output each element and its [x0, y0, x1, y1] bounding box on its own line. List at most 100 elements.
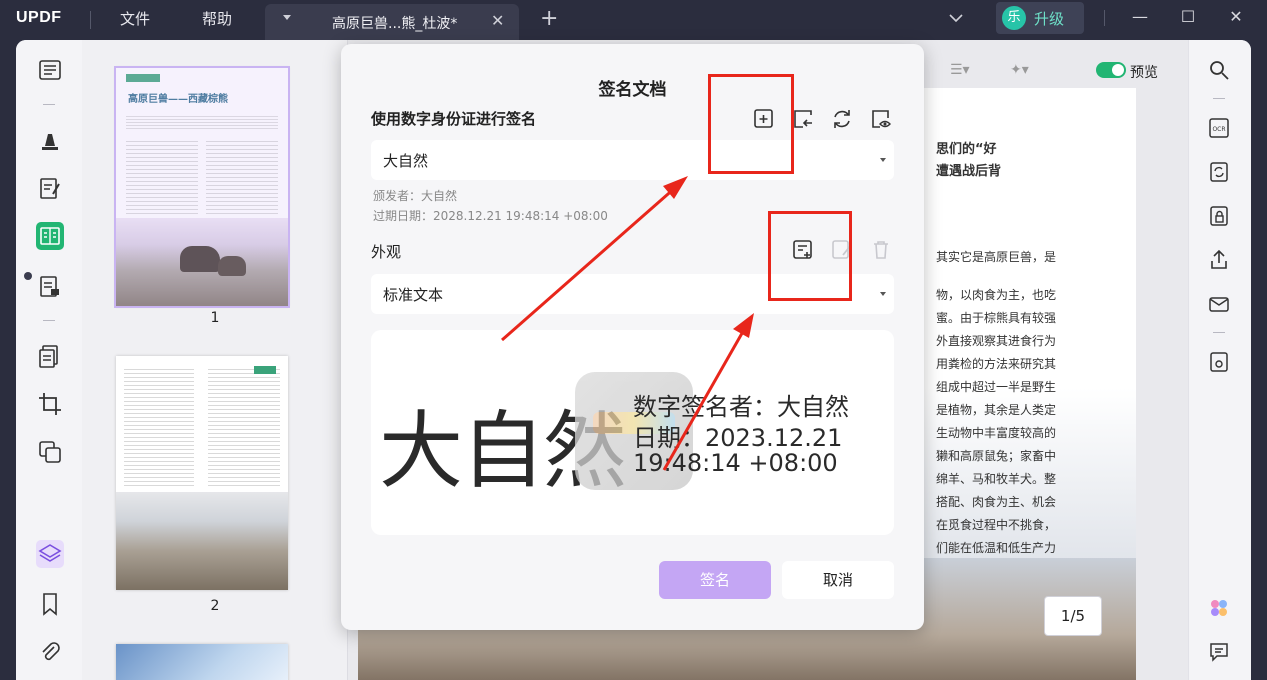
minimize-button[interactable]: — — [1126, 4, 1154, 30]
svg-text:OCR: OCR — [1212, 126, 1225, 133]
convert-icon[interactable] — [1207, 160, 1231, 184]
right-toolbar: OCR — [1188, 40, 1251, 680]
panel-resize-handle[interactable] — [24, 272, 32, 280]
thumbnail-photo — [116, 644, 288, 680]
preview-toggle[interactable] — [1096, 62, 1126, 78]
upgrade-label: 升级 — [1034, 10, 1065, 28]
signature-time-line: 19:48:14 +08:00 — [633, 449, 838, 477]
page-thumbnail-3[interactable] — [116, 644, 288, 680]
selection-overlay — [116, 68, 288, 306]
appearance-section-title: 外观 — [371, 243, 402, 261]
sign-button[interactable]: 签名 — [659, 561, 771, 599]
delete-icon[interactable] — [868, 237, 894, 263]
bookmark-icon[interactable] — [36, 590, 64, 618]
dialog-title: 签名文档 — [598, 80, 667, 100]
share-icon[interactable] — [1207, 248, 1231, 272]
divider — [1213, 332, 1225, 333]
close-window-button[interactable]: ✕ — [1222, 4, 1250, 30]
page-text-line: 生动物中丰富度较高的 — [936, 426, 1057, 440]
title-bar: UPDF 文件 帮助 高原巨兽...熊_杜波* ✕ + 乐 升级 — ☐ ✕ — [0, 0, 1267, 40]
page-text-line: 獭和高原鼠兔；家畜中 — [936, 449, 1057, 463]
digital-id-section-title: 使用数字身份证进行签名 — [371, 110, 537, 128]
page-text-line: 思们的“好 — [936, 142, 997, 157]
text-lines — [124, 366, 194, 486]
divider — [1213, 98, 1225, 99]
page-text-line: 在觅食过程中不挑食， — [936, 518, 1057, 532]
annotation-box-appearance-icon — [768, 211, 852, 301]
digital-id-value: 大自然 — [383, 152, 429, 170]
comment-icon[interactable] — [1207, 640, 1231, 664]
page-number-1: 1 — [210, 310, 220, 326]
page-text-line: 其实它是高原巨兽，是 — [936, 250, 1057, 264]
divider — [43, 320, 55, 321]
protect-icon[interactable] — [1207, 204, 1231, 228]
divider — [43, 104, 55, 105]
page-text-line: 蜜。由于棕熊具有较强 — [936, 311, 1057, 325]
maximize-button[interactable]: ☐ — [1174, 4, 1202, 30]
search-icon[interactable] — [1207, 58, 1231, 82]
menu-help[interactable]: 帮助 — [202, 8, 232, 29]
page-number-2: 2 — [210, 598, 220, 614]
preview-label: 预览 — [1130, 65, 1158, 81]
refresh-icon[interactable] — [829, 106, 855, 132]
new-tab-button[interactable]: + — [540, 6, 558, 31]
page-text-line: 用粪检的方法来研究其 — [936, 357, 1057, 371]
organize-pages-icon[interactable] — [36, 222, 64, 250]
signature-signer-line: 数字签名者：大自然 — [633, 393, 849, 421]
expiry-text: 过期日期：2028.12.21 19:48:14 +08:00 — [373, 209, 608, 223]
divider — [90, 11, 91, 29]
edit-pdf-icon[interactable] — [36, 174, 64, 202]
compare-icon[interactable] — [36, 438, 64, 466]
upgrade-button[interactable]: 乐 升级 — [996, 2, 1084, 34]
page-text-line: 遭遇战后背 — [936, 164, 1002, 179]
page-thumbnail-1[interactable]: 高原巨兽——西藏棕熊 — [114, 66, 290, 308]
ocr-icon[interactable]: OCR — [1207, 116, 1231, 140]
page-counter[interactable]: 1/5 — [1044, 596, 1102, 636]
magazine-logo — [254, 366, 276, 374]
ai-assistant-icon[interactable] — [1207, 596, 1231, 620]
chevron-down-icon — [880, 158, 886, 162]
page-text-line: 外直接观察其进食行为 — [936, 334, 1057, 348]
menu-file[interactable]: 文件 — [120, 8, 150, 29]
form-icon[interactable] — [36, 272, 64, 300]
app-logo: UPDF — [16, 9, 62, 26]
page-text-line: 组成中超过一半是野生 — [936, 380, 1057, 394]
page-text-line: 绵羊、马和牧羊犬。整 — [936, 472, 1057, 486]
page-tools-icon[interactable] — [36, 342, 64, 370]
list-icon[interactable]: ☰▾ — [950, 62, 970, 78]
reader-mode-icon[interactable] — [36, 56, 64, 84]
signature-preview: 大自然 数字签名者：大自然 日期：2023.12.21 19:48:14 +08… — [371, 330, 894, 535]
appearance-value: 标准文本 — [383, 286, 444, 304]
page-text-line: 们能在低温和低生产力 — [936, 541, 1057, 555]
avatar: 乐 — [1002, 6, 1026, 30]
text-lines — [208, 366, 280, 486]
highlight-icon[interactable] — [36, 126, 64, 154]
email-icon[interactable] — [1207, 292, 1231, 316]
tools-icon[interactable]: ✦▾ — [1010, 62, 1029, 78]
thumbnail-panel: 高原巨兽——西藏棕熊 1 2 — [82, 40, 348, 680]
signature-date-line: 日期：2023.12.21 — [633, 424, 843, 452]
sign-document-dialog: 签名文档 使用数字身份证进行签名 大自然 颁发者：大自然 过期日期：2028.1… — [341, 44, 924, 630]
document-tab[interactable]: 高原巨兽...熊_杜波* ✕ — [265, 4, 519, 40]
page-text-line: 搭配、肉食为主、机会 — [936, 495, 1057, 509]
layers-icon[interactable] — [36, 540, 64, 568]
tab-dropdown-icon[interactable] — [283, 15, 291, 20]
cancel-button[interactable]: 取消 — [782, 561, 894, 599]
page-text-line: 是植物，其余是人类定 — [936, 403, 1057, 417]
annotation-box-id-icon — [708, 74, 794, 174]
page-text-line: 物，以肉食为主，也吃 — [936, 288, 1057, 302]
left-toolbar — [16, 40, 82, 680]
digital-id-select[interactable]: 大自然 — [371, 140, 894, 180]
divider — [1104, 10, 1105, 26]
thumbnail-photo — [116, 492, 288, 590]
save-icon[interactable] — [1207, 350, 1231, 374]
tab-title: 高原巨兽...熊_杜波* — [332, 16, 458, 32]
view-certificate-icon[interactable] — [868, 106, 894, 132]
crop-icon[interactable] — [36, 390, 64, 418]
attachment-icon[interactable] — [36, 638, 64, 666]
issuer-text: 颁发者：大自然 — [373, 189, 458, 203]
chevron-down-icon[interactable] — [948, 10, 964, 26]
chevron-down-icon — [880, 292, 886, 296]
page-thumbnail-2[interactable] — [116, 356, 288, 590]
tab-close-icon[interactable]: ✕ — [491, 11, 504, 30]
